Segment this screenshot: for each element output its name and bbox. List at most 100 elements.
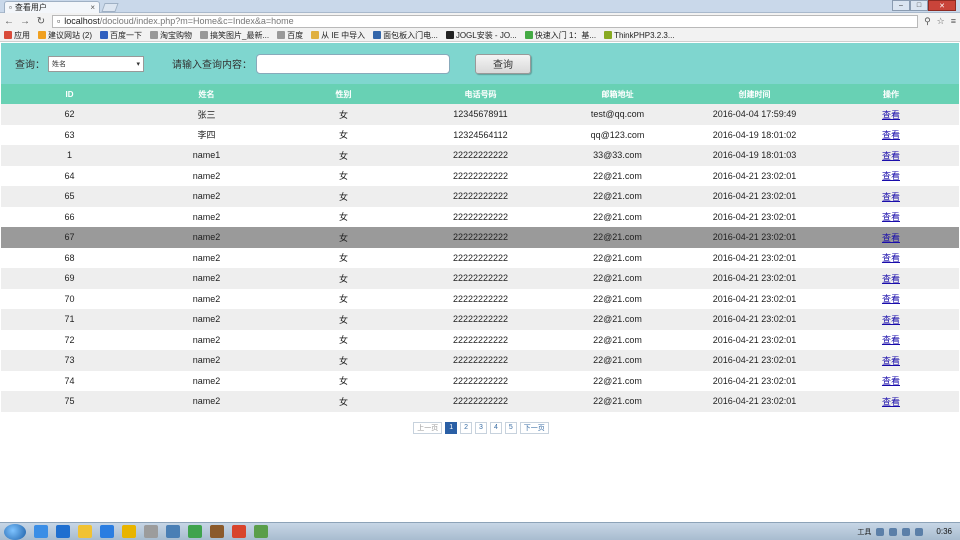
pin-icon[interactable]: ⚲: [924, 16, 931, 27]
taskbar-app-icon[interactable]: [56, 525, 70, 538]
bookmark-icon: [4, 31, 12, 39]
address-bar[interactable]: ▫ localhost/docloud/index.php?m=Home&c=I…: [52, 14, 919, 28]
table-cell: name2: [192, 355, 221, 366]
table-cell: 2016-04-21 23:02:01: [712, 293, 797, 304]
reload-icon[interactable]: ↻: [36, 16, 46, 27]
table-cell: 女: [338, 150, 348, 161]
bookmark-item[interactable]: 建议网站 (2): [38, 30, 92, 41]
bookmark-item[interactable]: 淘宝购物: [150, 30, 192, 41]
browser-tab[interactable]: ▫ 查看用户 ×: [4, 1, 100, 13]
forward-icon[interactable]: →: [20, 16, 30, 27]
action-cell: 查看: [823, 207, 959, 228]
taskbar-app-icon[interactable]: [144, 525, 158, 538]
table-cell: 女: [338, 130, 348, 141]
bookmark-item[interactable]: ThinkPHP3.2.3...: [604, 31, 675, 40]
view-link[interactable]: 查看: [882, 294, 900, 304]
view-link[interactable]: 查看: [882, 315, 900, 325]
view-link[interactable]: 查看: [882, 192, 900, 202]
view-link[interactable]: 查看: [882, 397, 900, 407]
star-icon[interactable]: ☆: [937, 16, 945, 27]
table-row: 63 李四 女 12324564112 qq@123.com 2016-04-19 18:…: [1, 124, 959, 146]
dropdown-arrow-icon: ▾: [136, 60, 140, 68]
taskbar-app-icon[interactable]: [232, 525, 246, 538]
bookmark-item[interactable]: 面包板入门电...: [373, 30, 438, 41]
bookmark-item[interactable]: JOGL安装 - JO...: [445, 30, 517, 41]
action-cell: 查看: [823, 104, 959, 125]
bookmark-item[interactable]: 百度一下: [100, 30, 142, 41]
view-link[interactable]: 查看: [882, 151, 900, 161]
search-field-select[interactable]: 姓名 ▾: [48, 55, 144, 72]
bookmark-label: 淘宝购物: [160, 30, 192, 40]
view-link[interactable]: 查看: [882, 376, 900, 386]
bookmark-item[interactable]: 应用: [4, 30, 30, 41]
table-cell: 22222222222: [452, 170, 509, 181]
taskbar-app-icon[interactable]: [188, 525, 202, 538]
menu-icon[interactable]: ≡: [951, 16, 956, 27]
table-header: ID 姓名 性别 电话号码 邮箱地址 创建时间 操作: [1, 84, 959, 104]
table-cell: name2: [192, 273, 221, 284]
bookmark-item[interactable]: 百度: [277, 30, 303, 41]
column-header: 邮箱地址: [601, 89, 634, 99]
search-input[interactable]: [256, 53, 450, 74]
table-cell: 22@21.com: [593, 252, 642, 263]
table-row: 62 张三 女 12345678911 test@qq.com 2016-04-04 17…: [1, 104, 959, 125]
page-number-button[interactable]: 5: [504, 421, 517, 434]
taskbar-app-icon[interactable]: [210, 525, 224, 538]
action-cell: 查看: [823, 330, 959, 351]
view-link[interactable]: 查看: [882, 233, 900, 243]
new-tab-button[interactable]: [101, 3, 119, 12]
table-cell: 64: [64, 170, 75, 181]
security-icon[interactable]: [902, 527, 911, 536]
taskbar-app-icon[interactable]: [100, 525, 114, 538]
query-button[interactable]: 查询: [475, 53, 531, 74]
next-page-button[interactable]: 下一页: [519, 421, 549, 434]
table-cell: 22222222222: [452, 334, 509, 345]
action-cell: 查看: [823, 125, 959, 146]
taskbar-app-icon[interactable]: [34, 525, 48, 538]
table-cell: 女: [338, 396, 348, 407]
view-link[interactable]: 查看: [882, 356, 900, 366]
taskbar-app-icon[interactable]: [122, 525, 136, 538]
tab-title: 查看用户: [14, 3, 47, 12]
window-controls: – □ ✕: [892, 0, 956, 11]
view-link[interactable]: 查看: [882, 130, 900, 140]
close-window-icon[interactable]: ✕: [928, 0, 956, 11]
input-method-icon[interactable]: [915, 527, 924, 536]
bookmark-item[interactable]: 搞笑图片_最新...: [200, 30, 269, 41]
bookmark-icon: [100, 31, 108, 39]
page-number-button[interactable]: 3: [475, 421, 487, 434]
view-link[interactable]: 查看: [882, 274, 900, 284]
table-row: 67 name2 女 22222222222 22@21.com 2016-04-21 2…: [1, 227, 959, 248]
view-link[interactable]: 查看: [882, 212, 900, 222]
table-cell: 12345678911: [453, 109, 508, 120]
back-icon[interactable]: ←: [4, 16, 14, 27]
table-cell: 22222222222: [452, 191, 509, 202]
close-tab-icon[interactable]: ×: [90, 3, 95, 12]
table-cell: 22@21.com: [593, 314, 642, 325]
bookmark-item[interactable]: 从 IE 中导入: [311, 30, 365, 41]
table-cell: 63: [64, 129, 75, 140]
table-cell: 2016-04-21 23:02:01: [712, 355, 797, 366]
view-link[interactable]: 查看: [882, 335, 900, 345]
prev-page-button[interactable]: 上一页: [413, 421, 443, 434]
network-icon[interactable]: [876, 527, 885, 536]
volume-icon[interactable]: [889, 527, 898, 536]
bookmark-icon: [373, 31, 382, 39]
start-button[interactable]: [4, 523, 26, 540]
bookmark-item[interactable]: 快速入门 1：基...: [524, 30, 596, 41]
taskbar-app-icon[interactable]: [78, 525, 92, 538]
page-number-button[interactable]: 4: [489, 421, 502, 434]
view-link[interactable]: 查看: [882, 253, 900, 263]
taskbar-app-icon[interactable]: [254, 525, 268, 538]
taskbar-app-icon[interactable]: [166, 525, 180, 538]
page-number-button[interactable]: 1: [445, 421, 458, 434]
view-link[interactable]: 查看: [882, 171, 900, 181]
table-cell: 22@21.com: [593, 396, 642, 407]
page-number-button[interactable]: 2: [460, 421, 473, 434]
minimize-icon[interactable]: –: [892, 0, 910, 11]
table-cell: 2016-04-21 23:02:01: [712, 314, 797, 325]
table-cell: 73: [64, 355, 75, 366]
maximize-icon[interactable]: □: [910, 0, 928, 11]
view-link[interactable]: 查看: [882, 110, 900, 120]
taskbar: 工具 0:36: [0, 522, 960, 540]
